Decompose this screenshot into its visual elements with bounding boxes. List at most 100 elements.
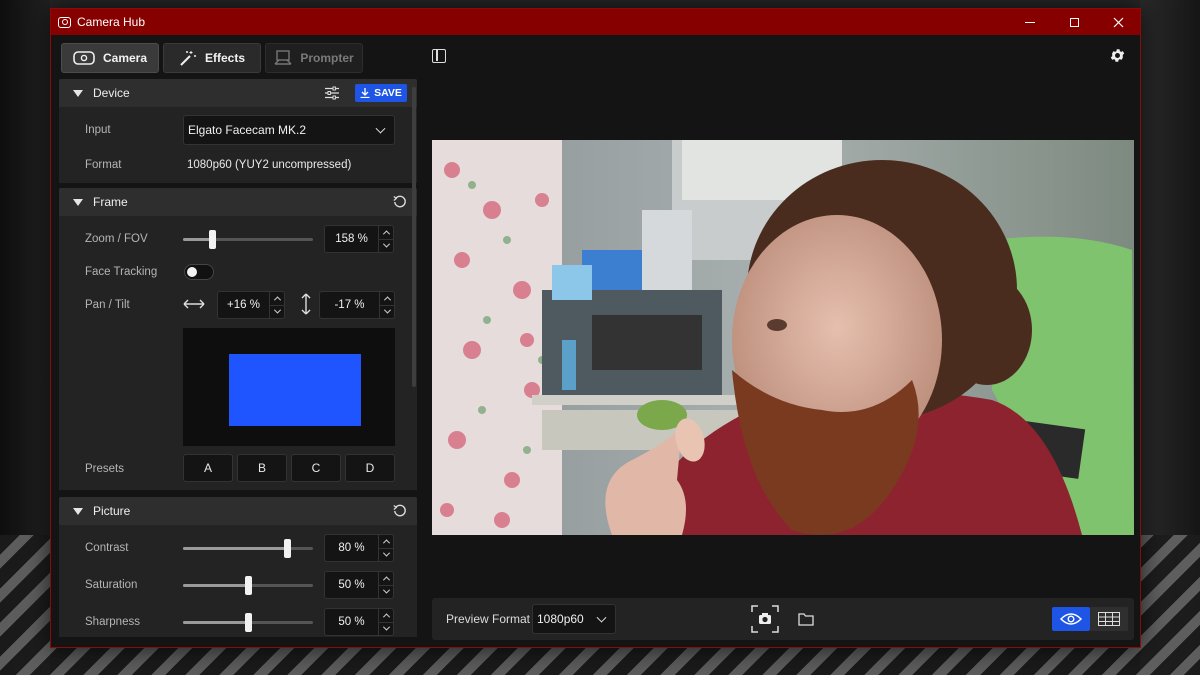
camera-preview-image (432, 140, 1134, 535)
pan-stepper-arrows (269, 291, 285, 319)
preset-a-button[interactable]: A (183, 454, 233, 482)
frame-section-header[interactable]: Frame (59, 188, 417, 216)
increment-button[interactable] (270, 292, 284, 305)
contrast-stepper[interactable]: 80 % (324, 534, 394, 562)
increment-button[interactable] (379, 226, 393, 239)
input-device-value: Elgato Facecam MK.2 (188, 123, 307, 137)
saturation-stepper[interactable]: 50 % (324, 571, 394, 599)
maximize-button[interactable] (1052, 9, 1096, 35)
sharpness-stepper[interactable]: 50 % (324, 608, 394, 636)
minimize-button[interactable] (1008, 9, 1052, 35)
preview-format-select[interactable]: 1080p60 (532, 604, 616, 634)
saturation-label: Saturation (85, 579, 138, 591)
format-value: 1080p60 (YUY2 uncompressed) (187, 159, 352, 171)
settings-scrollbar[interactable] (412, 87, 416, 387)
sharpness-label: Sharpness (85, 616, 140, 628)
reset-icon[interactable] (393, 195, 407, 209)
frame-region-rectangle[interactable] (229, 354, 361, 426)
saturation-slider-thumb[interactable] (245, 576, 252, 595)
decrement-button[interactable] (379, 584, 393, 599)
sharpness-slider-thumb[interactable] (245, 613, 252, 632)
tab-prompter[interactable]: Prompter (265, 43, 363, 73)
sharpness-slider[interactable] (183, 613, 313, 632)
picture-section-header[interactable]: Picture (59, 497, 417, 525)
sharpness-value[interactable]: 50 % (324, 608, 378, 636)
increment-button[interactable] (379, 535, 393, 548)
zoom-slider[interactable] (183, 230, 313, 249)
preview-visibility-button[interactable] (1052, 607, 1090, 631)
chevron-down-icon (596, 612, 607, 623)
close-button[interactable] (1096, 9, 1140, 35)
saturation-stepper-arrows (378, 571, 394, 599)
zoom-label: Zoom / FOV (85, 233, 148, 245)
input-label: Input (85, 124, 111, 136)
pan-tilt-label: Pan / Tilt (85, 299, 130, 311)
zoom-stepper[interactable]: 158 % (324, 225, 394, 253)
save-button[interactable]: SAVE (355, 84, 407, 102)
device-section-body: Input Elgato Facecam MK.2 Format 1080p60… (59, 107, 417, 183)
preview-format-value: 1080p60 (537, 612, 584, 626)
toggle-knob (187, 267, 197, 277)
saturation-slider[interactable] (183, 576, 313, 595)
decrement-button[interactable] (270, 304, 284, 319)
chevron-down-icon (273, 306, 281, 314)
screenshot-button[interactable] (750, 604, 780, 634)
chevron-up-icon (382, 539, 390, 547)
frame-position-pad[interactable] (183, 328, 395, 446)
tab-bar: Camera Effects Prompter (61, 43, 363, 73)
chevron-up-icon (382, 230, 390, 238)
close-icon (1113, 17, 1123, 27)
prompter-icon (274, 50, 292, 65)
title-bar[interactable]: Camera Hub (51, 9, 1140, 35)
decrement-button[interactable] (379, 621, 393, 636)
camera-hub-window: Camera Hub Camera Effects Prompter Devic… (50, 8, 1141, 648)
increment-button[interactable] (380, 292, 394, 305)
increment-button[interactable] (379, 572, 393, 585)
frame-section-body: Zoom / FOV 158 % Face Tracking Pan / Til… (59, 216, 417, 490)
sliders-icon[interactable] (325, 86, 339, 100)
frame-section-title: Frame (93, 195, 128, 209)
reset-icon[interactable] (393, 504, 407, 518)
chevron-up-icon (382, 613, 390, 621)
window-title: Camera Hub (77, 15, 146, 29)
tab-camera[interactable]: Camera (61, 43, 159, 73)
preset-d-button[interactable]: D (345, 454, 395, 482)
maximize-icon (1069, 17, 1079, 27)
decrement-button[interactable] (379, 547, 393, 562)
increment-button[interactable] (379, 609, 393, 622)
zoom-slider-thumb[interactable] (208, 230, 216, 249)
input-device-select[interactable]: Elgato Facecam MK.2 (183, 115, 395, 145)
grid-overlay-button[interactable] (1090, 607, 1128, 631)
device-section-header[interactable]: Device SAVE (59, 79, 417, 107)
contrast-value[interactable]: 80 % (324, 534, 378, 562)
preview-toolbar: Preview Format 1080p60 (432, 598, 1134, 640)
tilt-value[interactable]: -17 % (319, 291, 379, 319)
decrement-button[interactable] (379, 238, 393, 253)
open-folder-button[interactable] (796, 609, 816, 629)
pan-stepper[interactable]: +16 % (217, 291, 285, 319)
tab-effects[interactable]: Effects (163, 43, 261, 73)
saturation-value[interactable]: 50 % (324, 571, 378, 599)
decrement-button[interactable] (380, 304, 394, 319)
contrast-slider-thumb[interactable] (284, 539, 291, 558)
zoom-value[interactable]: 158 % (324, 225, 378, 253)
zoom-stepper-arrows (378, 225, 394, 253)
pan-value[interactable]: +16 % (217, 291, 269, 319)
contrast-slider[interactable] (183, 539, 313, 558)
camera-preview (432, 140, 1134, 535)
tilt-stepper[interactable]: -17 % (319, 291, 395, 319)
save-button-label: SAVE (374, 87, 402, 99)
picture-section-title: Picture (93, 504, 131, 518)
toggle-sidebar-icon[interactable] (432, 49, 446, 63)
format-label: Format (85, 159, 122, 171)
preset-c-button[interactable]: C (291, 454, 341, 482)
horizontal-arrows-icon (183, 299, 205, 309)
preset-b-button[interactable]: B (237, 454, 287, 482)
camera-icon (73, 51, 95, 65)
tab-effects-label: Effects (204, 51, 245, 65)
sharpness-slider-fill (183, 621, 248, 624)
gear-icon[interactable] (1109, 47, 1126, 64)
magic-wand-icon (180, 51, 196, 66)
face-tracking-toggle[interactable] (184, 264, 214, 280)
zoom-slider-fill (183, 238, 212, 241)
